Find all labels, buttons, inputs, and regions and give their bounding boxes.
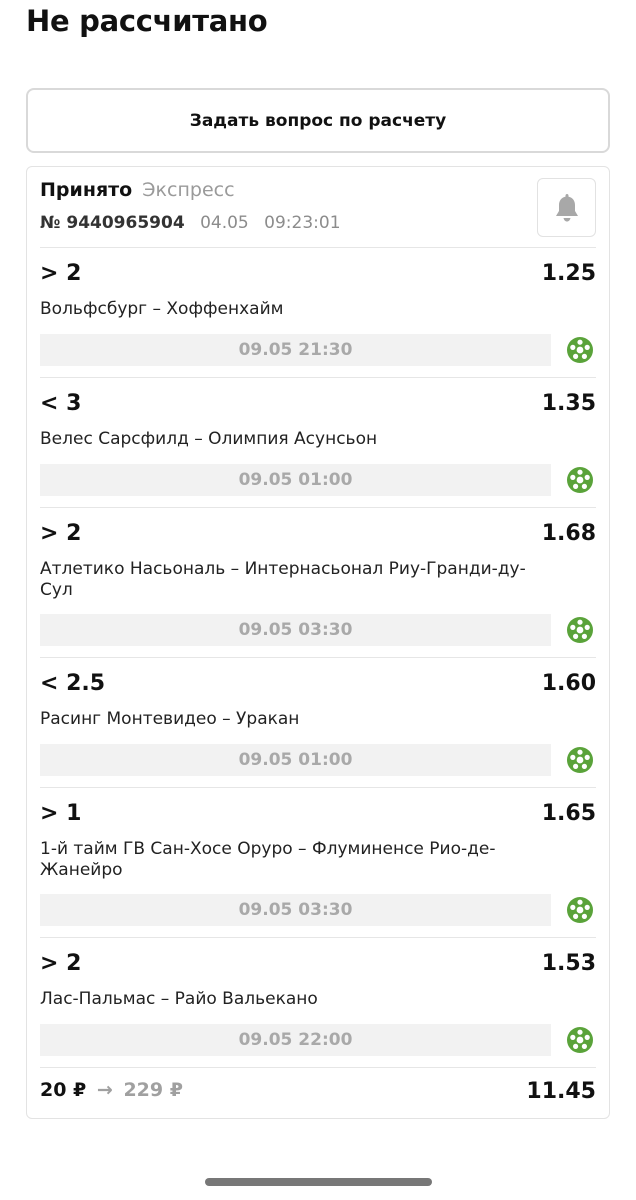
bet-time: 09:23:01 <box>264 213 341 233</box>
bet-header: Принято Экспресс № 9440965904 04.05 09:2… <box>40 177 596 247</box>
bet-status-line: Принято Экспресс <box>40 179 235 201</box>
bet-date: 04.05 <box>200 213 249 233</box>
event-teams: Расинг Монтевидео – Уракан <box>40 709 300 729</box>
football-icon <box>567 337 593 363</box>
event-teams: Велес Сарсфилд – Олимпия Асунсьон <box>40 429 378 449</box>
football-icon <box>567 467 593 493</box>
event-outcome: < 3 <box>40 391 82 416</box>
event-item: < 3 1.35 Велес Сарсфилд – Олимпия Асунсь… <box>40 391 596 497</box>
football-icon <box>567 897 593 923</box>
bell-icon <box>555 193 578 221</box>
event-outcome: > 2 <box>40 951 82 976</box>
bet-meta: № 9440965904 04.05 09:23:01 <box>40 213 341 233</box>
total-odds: 11.45 <box>526 1079 596 1104</box>
bet-type: Экспресс <box>142 179 235 201</box>
football-icon <box>567 747 593 773</box>
event-datetime: 09.05 03:30 <box>40 894 551 926</box>
divider <box>40 1067 596 1068</box>
ask-about-settlement-button[interactable]: Задать вопрос по расчету <box>26 88 610 153</box>
event-datetime: 09.05 01:00 <box>40 464 551 496</box>
event-odds: 1.53 <box>541 951 596 976</box>
page-title: Не рассчитано <box>26 4 268 38</box>
event-teams: Атлетико Насьональ – Интернасьонал Риу-Г… <box>40 559 526 600</box>
event-teams: Вольфсбург – Хоффенхайм <box>40 299 284 319</box>
football-icon <box>567 1027 593 1053</box>
arrow-right-icon: → <box>96 1079 113 1101</box>
event-teams: 1-й тайм ГВ Сан-Хосе Оруро – Флуминенсе … <box>40 839 496 880</box>
bet-status: Принято <box>40 179 133 201</box>
bet-number: № 9440965904 <box>40 213 185 233</box>
event-item: > 2 1.53 Лас-Пальмас – Райо Вальекано 09… <box>40 951 596 1057</box>
event-odds: 1.60 <box>541 671 596 696</box>
event-datetime: 09.05 22:00 <box>40 1024 551 1056</box>
divider <box>40 787 596 788</box>
stake-summary: 20 ₽ → 229 ₽ <box>40 1079 183 1101</box>
event-item: > 2 1.68 Атлетико Насьональ – Интернасьо… <box>40 521 596 647</box>
event-outcome: > 2 <box>40 261 82 286</box>
bet-card: Принято Экспресс № 9440965904 04.05 09:2… <box>26 166 610 1119</box>
divider <box>40 507 596 508</box>
event-item: > 2 1.25 Вольфсбург – Хоффенхайм 09.05 2… <box>40 261 596 367</box>
event-datetime: 09.05 01:00 <box>40 744 551 776</box>
event-odds: 1.65 <box>541 801 596 826</box>
divider <box>40 247 596 248</box>
divider <box>40 377 596 378</box>
divider <box>40 657 596 658</box>
event-outcome: < 2.5 <box>40 671 106 696</box>
notification-bell-button[interactable] <box>537 178 596 237</box>
event-item: > 1 1.65 1-й тайм ГВ Сан-Хосе Оруро – Фл… <box>40 801 596 927</box>
bet-footer: 20 ₽ → 229 ₽ 11.45 <box>40 1079 596 1109</box>
event-teams: Лас-Пальмас – Райо Вальекано <box>40 989 318 1009</box>
event-odds: 1.25 <box>541 261 596 286</box>
event-item: < 2.5 1.60 Расинг Монтевидео – Уракан 09… <box>40 671 596 777</box>
football-icon <box>567 617 593 643</box>
event-odds: 1.35 <box>541 391 596 416</box>
potential-payout: 229 ₽ <box>123 1079 183 1101</box>
event-datetime: 09.05 03:30 <box>40 614 551 646</box>
home-indicator[interactable] <box>205 1178 432 1186</box>
event-outcome: > 1 <box>40 801 82 826</box>
divider <box>40 937 596 938</box>
event-datetime: 09.05 21:30 <box>40 334 551 366</box>
event-odds: 1.68 <box>541 521 596 546</box>
event-outcome: > 2 <box>40 521 82 546</box>
stake-amount: 20 ₽ <box>40 1079 87 1101</box>
